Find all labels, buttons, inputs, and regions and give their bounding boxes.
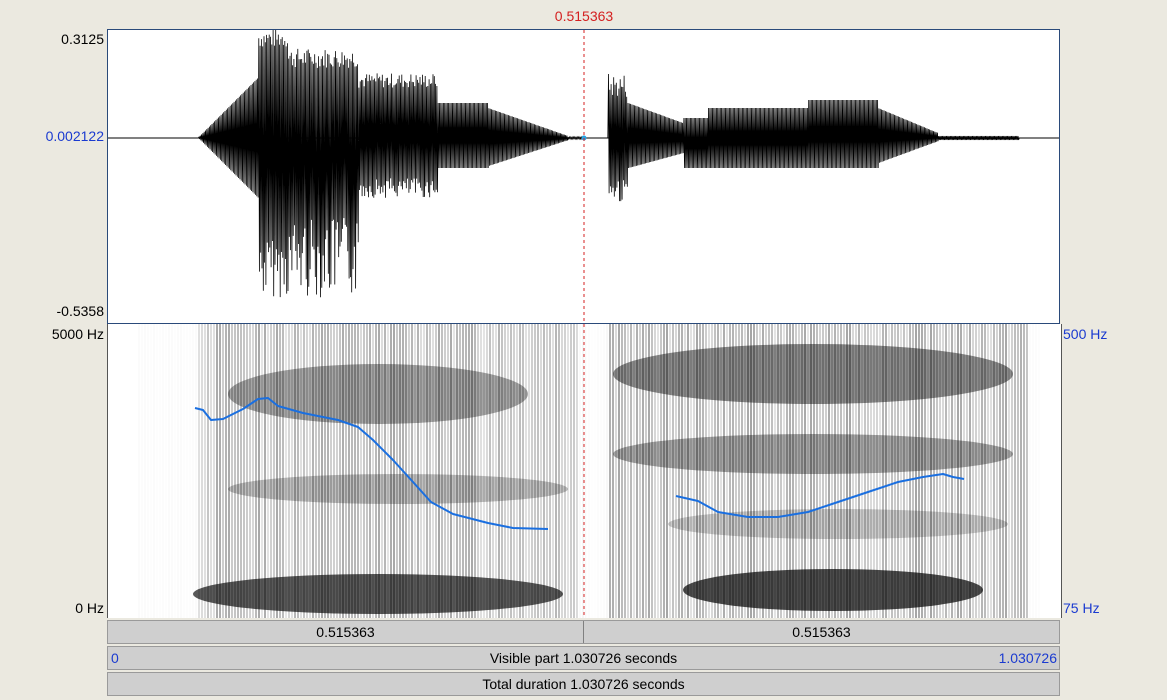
pitch-bottom-label: 75 Hz — [1063, 600, 1100, 616]
visible-end-label: 1.030726 — [998, 650, 1057, 666]
cursor-time-label: 0.515363 — [554, 8, 614, 24]
cursor-line[interactable] — [583, 30, 585, 618]
selection-bar: 0.515363 0.515363 — [107, 620, 1060, 644]
left-part-button[interactable]: 0.515363 — [108, 621, 583, 643]
waveform-center-label: 0.002122 — [45, 128, 104, 144]
spectrogram-top-freq-label: 5000 Hz — [51, 326, 104, 342]
visible-part-bar[interactable]: 0 Visible part 1.030726 seconds 1.030726 — [107, 646, 1060, 670]
total-duration-bar[interactable]: Total duration 1.030726 seconds — [107, 672, 1060, 696]
total-duration-label[interactable]: Total duration 1.030726 seconds — [108, 673, 1059, 695]
spectrogram-bottom-freq-label: 0 Hz — [75, 600, 104, 616]
right-part-button[interactable]: 0.515363 — [584, 621, 1059, 643]
visible-part-label[interactable]: Visible part 1.030726 seconds — [108, 647, 1059, 669]
waveform-min-label: -0.5358 — [56, 303, 104, 319]
pitch-top-label: 500 Hz — [1063, 326, 1108, 342]
spectrogram-bands — [193, 324, 1028, 618]
waveform-max-label: 0.3125 — [61, 31, 104, 47]
